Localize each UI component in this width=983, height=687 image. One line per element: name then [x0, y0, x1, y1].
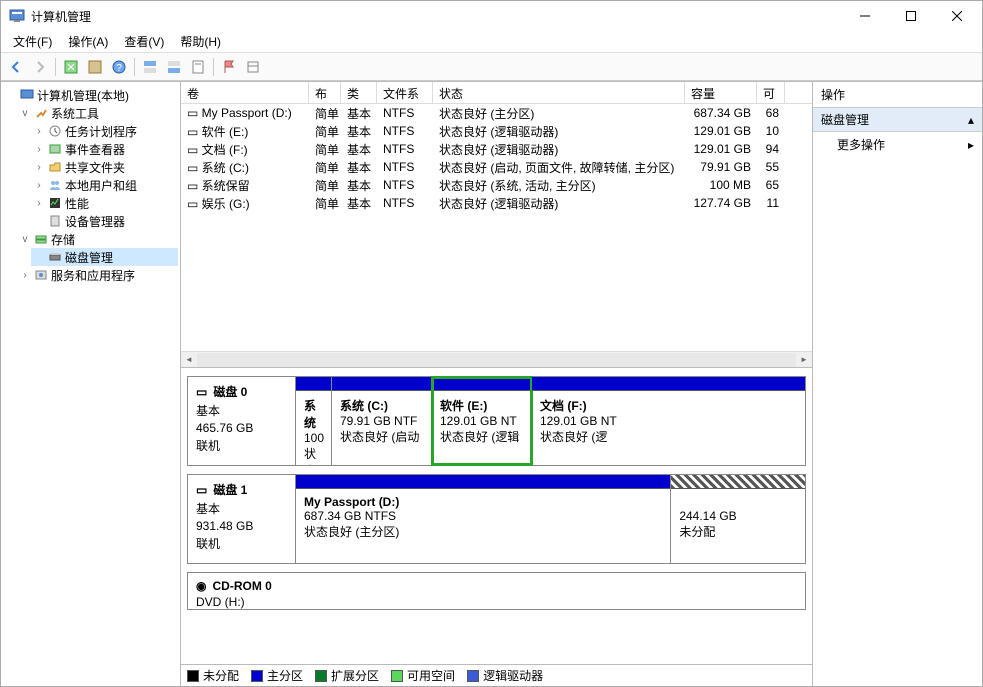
tree-root[interactable]: 计算机管理(本地)	[3, 86, 178, 104]
col-type[interactable]: 类型	[341, 82, 377, 103]
properties-button[interactable]	[84, 56, 106, 78]
tree-storage[interactable]: v存储	[17, 230, 178, 248]
col-fs[interactable]: 文件系统	[377, 82, 433, 103]
help-button[interactable]: ?	[108, 56, 130, 78]
menu-view[interactable]: 查看(V)	[116, 31, 172, 52]
col-volume[interactable]: 卷	[181, 82, 309, 103]
tree-local-users[interactable]: ›本地用户和组	[31, 176, 178, 194]
col-capacity[interactable]: 容量	[685, 82, 757, 103]
actions-header: 操作	[813, 82, 982, 108]
disk-icon: ▭	[196, 483, 207, 497]
partition-d[interactable]: My Passport (D:)687.34 GB NTFS状态良好 (主分区)	[296, 475, 671, 563]
disk-icon: ▭	[196, 385, 207, 399]
maximize-button[interactable]	[888, 1, 934, 31]
scroll-left-arrow[interactable]: ◄	[181, 353, 197, 367]
filter-button[interactable]	[187, 56, 209, 78]
forward-button[interactable]	[29, 56, 51, 78]
disk-1-label: ▭磁盘 1 基本 931.48 GB 联机	[188, 475, 296, 563]
h-scrollbar[interactable]: ◄ ►	[181, 351, 812, 367]
volume-row[interactable]: ▭ 软件 (E:)简单基本NTFS状态良好 (逻辑驱动器)129.01 GB10	[181, 122, 812, 140]
legend: 未分配 主分区 扩展分区 可用空间 逻辑驱动器	[181, 664, 812, 686]
partition-unallocated[interactable]: 244.14 GB未分配	[671, 475, 805, 563]
tree-disk-management[interactable]: 磁盘管理	[31, 248, 178, 266]
tree-task-scheduler[interactable]: ›任务计划程序	[31, 122, 178, 140]
tree-pane[interactable]: 计算机管理(本地) v系统工具 ›任务计划程序 ›事件查看器 ›共享文件夹 ›本…	[1, 82, 181, 686]
volume-row[interactable]: ▭ 系统 (C:)简单基本NTFS状态良好 (启动, 页面文件, 故障转储, 主…	[181, 158, 812, 176]
partition-e-selected[interactable]: 软件 (E:)129.01 GB NT状态良好 (逻辑	[432, 377, 532, 465]
tree-event-viewer[interactable]: ›事件查看器	[31, 140, 178, 158]
tree-services[interactable]: ›服务和应用程序	[17, 266, 178, 284]
disk-0[interactable]: ▭磁盘 0 基本 465.76 GB 联机 系统100状态 系统 (C:)79.…	[187, 376, 806, 466]
volume-table: 卷 布局 类型 文件系统 状态 容量 可 ▭ My Passport (D:)简…	[181, 82, 812, 368]
actions-pane: 操作 磁盘管理▴ 更多操作▸	[812, 82, 982, 686]
titlebar: 计算机管理	[1, 1, 982, 31]
grid-top-button[interactable]	[139, 56, 161, 78]
cdrom-0[interactable]: ◉CD-ROM 0 DVD (H:)	[187, 572, 806, 610]
tree-shared-folders[interactable]: ›共享文件夹	[31, 158, 178, 176]
col-free[interactable]: 可	[757, 82, 785, 103]
refresh-button[interactable]	[60, 56, 82, 78]
actions-more[interactable]: 更多操作▸	[813, 132, 982, 157]
collapse-icon: ▴	[968, 113, 974, 127]
tree-performance[interactable]: ›性能	[31, 194, 178, 212]
cd-icon: ◉	[196, 579, 206, 593]
partition-c[interactable]: 系统 (C:)79.91 GB NTF状态良好 (启动	[332, 377, 432, 465]
settings-button[interactable]	[242, 56, 264, 78]
volume-body[interactable]: ▭ My Passport (D:)简单基本NTFS状态良好 (主分区)687.…	[181, 104, 812, 351]
cdrom-label: ◉CD-ROM 0 DVD (H:)	[188, 573, 805, 609]
tree-device-manager[interactable]: 设备管理器	[31, 212, 178, 230]
minimize-button[interactable]	[842, 1, 888, 31]
window-title: 计算机管理	[31, 8, 842, 25]
partition-reserved[interactable]: 系统100状态	[296, 377, 332, 465]
flag-button[interactable]	[218, 56, 240, 78]
disk-0-label: ▭磁盘 0 基本 465.76 GB 联机	[188, 377, 296, 465]
close-button[interactable]	[934, 1, 980, 31]
volume-row[interactable]: ▭ 文档 (F:)简单基本NTFS状态良好 (逻辑驱动器)129.01 GB94	[181, 140, 812, 158]
back-button[interactable]	[5, 56, 27, 78]
menu-action[interactable]: 操作(A)	[60, 31, 116, 52]
volume-row[interactable]: ▭ 系统保留简单基本NTFS状态良好 (系统, 活动, 主分区)100 MB65	[181, 176, 812, 194]
volume-row[interactable]: ▭ My Passport (D:)简单基本NTFS状态良好 (主分区)687.…	[181, 104, 812, 122]
col-layout[interactable]: 布局	[309, 82, 341, 103]
scroll-right-arrow[interactable]: ►	[796, 353, 812, 367]
actions-section-disk[interactable]: 磁盘管理▴	[813, 108, 982, 132]
menu-help[interactable]: 帮助(H)	[172, 31, 229, 52]
app-icon	[9, 8, 25, 24]
volume-header: 卷 布局 类型 文件系统 状态 容量 可	[181, 82, 812, 104]
svg-text:?: ?	[116, 63, 122, 74]
volume-row[interactable]: ▭ 娱乐 (G:)简单基本NTFS状态良好 (逻辑驱动器)127.74 GB11	[181, 194, 812, 212]
grid-bottom-button[interactable]	[163, 56, 185, 78]
chevron-right-icon: ▸	[968, 138, 974, 152]
toolbar: ?	[1, 53, 982, 81]
main-pane: 卷 布局 类型 文件系统 状态 容量 可 ▭ My Passport (D:)简…	[181, 82, 812, 686]
tree-system-tools[interactable]: v系统工具	[17, 104, 178, 122]
disk-1[interactable]: ▭磁盘 1 基本 931.48 GB 联机 My Passport (D:)68…	[187, 474, 806, 564]
partition-f[interactable]: 文档 (F:)129.01 GB NT状态良好 (逻	[532, 377, 805, 465]
disk-layout-area: ▭磁盘 0 基本 465.76 GB 联机 系统100状态 系统 (C:)79.…	[181, 368, 812, 664]
col-status[interactable]: 状态	[433, 82, 685, 103]
menubar: 文件(F) 操作(A) 查看(V) 帮助(H)	[1, 31, 982, 53]
menu-file[interactable]: 文件(F)	[5, 31, 60, 52]
